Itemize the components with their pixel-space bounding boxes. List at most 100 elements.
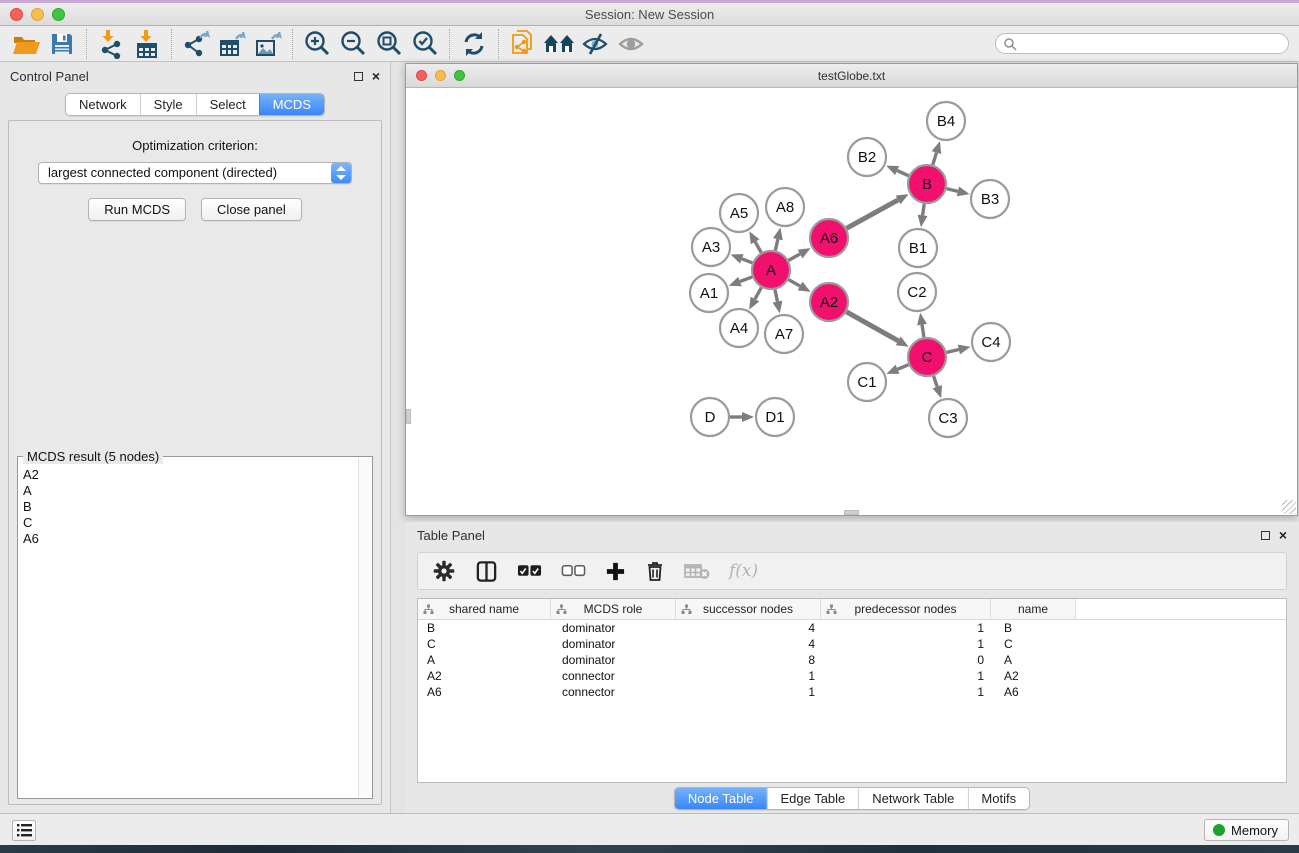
graph-edge-B-B2[interactable] xyxy=(897,171,909,176)
tab-network[interactable]: Network xyxy=(66,94,140,115)
new-network-from-selection-button[interactable] xyxy=(505,28,541,60)
horizontal-scroll-thumb[interactable] xyxy=(844,510,859,515)
graph-edge-A6-B[interactable] xyxy=(847,200,899,228)
mcds-result-list[interactable]: A2ABCA6 xyxy=(19,458,358,797)
import-table-button[interactable] xyxy=(129,28,165,60)
destroy-table-button[interactable] xyxy=(684,562,710,580)
column-header-shared-name[interactable]: shared name xyxy=(418,599,551,619)
result-scrollbar[interactable] xyxy=(358,458,371,797)
graph-node-label: B4 xyxy=(937,113,955,130)
select-stepper-icon xyxy=(331,163,351,183)
memory-button[interactable]: Memory xyxy=(1204,819,1289,841)
graph-edge-C-C2[interactable] xyxy=(922,325,924,338)
search-field[interactable] xyxy=(995,33,1289,54)
tab-edge-table[interactable]: Edge Table xyxy=(766,788,858,809)
graph-edge-A-A1[interactable] xyxy=(740,277,752,282)
mcds-result-item[interactable]: A6 xyxy=(23,531,358,547)
column-panel-button[interactable] xyxy=(475,560,498,583)
column-header-name[interactable]: name xyxy=(991,599,1076,619)
graph-edge-A-A3[interactable] xyxy=(742,259,753,263)
select-all-button[interactable] xyxy=(517,564,542,578)
network-canvas[interactable]: A5A8A3A1A4A7AA6A2B2B4BB3B1C2CC4C1C3DD1 xyxy=(406,89,1297,515)
table-row[interactable]: Cdominator41C xyxy=(418,636,1286,652)
float-table-panel-icon[interactable] xyxy=(1261,531,1270,540)
graph-edge-B-B4[interactable] xyxy=(933,153,937,165)
first-neighbors-button[interactable] xyxy=(541,28,577,60)
tab-node-table[interactable]: Node Table xyxy=(675,788,767,809)
hierarchy-icon xyxy=(556,604,567,615)
mcds-result-item[interactable]: A xyxy=(23,483,358,499)
import-network-icon xyxy=(96,29,126,59)
refresh-button[interactable] xyxy=(456,28,492,60)
graph-edge-B-B3[interactable] xyxy=(946,189,957,192)
graph-edge-A-A4[interactable] xyxy=(755,288,761,300)
table-row[interactable]: Adominator80A xyxy=(418,652,1286,668)
main-toolbar xyxy=(0,26,1299,62)
graph-edge-A-A7[interactable] xyxy=(775,290,777,302)
save-session-button[interactable] xyxy=(44,28,80,60)
zoom-fit-button[interactable] xyxy=(371,28,407,60)
zoom-out-icon xyxy=(338,29,368,59)
hierarchy-icon xyxy=(826,604,837,615)
vertical-scroll-thumb[interactable] xyxy=(406,409,411,424)
column-header-mcds-role[interactable]: MCDS role xyxy=(551,599,676,619)
table-body: Bdominator41BCdominator41CAdominator80AA… xyxy=(418,620,1286,700)
import-network-button[interactable] xyxy=(93,28,129,60)
column-header-successor-nodes[interactable]: successor nodes xyxy=(676,599,821,619)
show-all-button[interactable] xyxy=(613,28,649,60)
function-builder-icon[interactable]: f(x) xyxy=(729,561,758,581)
zoom-in-button[interactable] xyxy=(299,28,335,60)
graph-node-label: C xyxy=(922,349,933,366)
open-file-button[interactable] xyxy=(8,28,44,60)
tab-motifs[interactable]: Motifs xyxy=(967,788,1029,809)
graph-node-label: D1 xyxy=(765,409,784,426)
float-panel-icon[interactable] xyxy=(354,72,363,81)
close-table-panel-icon[interactable]: × xyxy=(1279,530,1287,540)
export-table-button[interactable] xyxy=(214,28,250,60)
graph-edge-C-C1[interactable] xyxy=(897,365,908,370)
table-header-row: shared name MCDS role successor nodes pr… xyxy=(418,599,1286,620)
optimization-criterion-select[interactable]: largest connected component (directed) xyxy=(38,162,352,184)
tab-mcds[interactable]: MCDS xyxy=(259,94,324,115)
tab-style[interactable]: Style xyxy=(140,94,196,115)
delete-column-button[interactable] xyxy=(645,560,665,582)
hierarchy-icon xyxy=(423,604,434,615)
close-panel-icon[interactable]: × xyxy=(372,71,380,81)
export-network-button[interactable] xyxy=(178,28,214,60)
mcds-result-item[interactable]: C xyxy=(23,515,358,531)
search-input[interactable] xyxy=(1021,37,1288,51)
tab-select[interactable]: Select xyxy=(196,94,259,115)
table-cell: 4 xyxy=(676,620,821,636)
graph-edge-A-A6[interactable] xyxy=(789,254,801,260)
deselect-all-button[interactable] xyxy=(561,564,586,578)
run-mcds-button[interactable]: Run MCDS xyxy=(88,198,186,221)
graph-edge-B-B1[interactable] xyxy=(923,204,925,216)
graph-edge-C-C3[interactable] xyxy=(934,376,938,387)
column-header-predecessor-nodes[interactable]: predecessor nodes xyxy=(821,599,991,619)
graph-edge-A-A5[interactable] xyxy=(755,242,761,253)
mcds-result-item[interactable]: B xyxy=(23,499,358,515)
graph-edge-C-C4[interactable] xyxy=(946,350,958,353)
table-row[interactable]: Bdominator41B xyxy=(418,620,1286,636)
graph-node-label: C4 xyxy=(981,334,1000,351)
resize-grip[interactable] xyxy=(1282,500,1296,514)
export-image-button[interactable] xyxy=(250,28,286,60)
add-column-button[interactable] xyxy=(605,561,626,582)
graph-edge-A-A8[interactable] xyxy=(775,239,778,250)
tab-network-table[interactable]: Network Table xyxy=(858,788,967,809)
hide-selected-button[interactable] xyxy=(577,28,613,60)
table-settings-button[interactable] xyxy=(432,559,456,583)
close-panel-button[interactable]: Close panel xyxy=(201,198,302,221)
task-history-button[interactable] xyxy=(12,820,36,841)
graph-edge-A-A2[interactable] xyxy=(789,280,801,286)
table-panel-title: Table Panel xyxy=(417,528,485,543)
table-cell: A xyxy=(418,652,551,668)
zoom-selected-button[interactable] xyxy=(407,28,443,60)
graph-edge-A2-C[interactable] xyxy=(846,312,898,341)
table-row[interactable]: A6connector11A6 xyxy=(418,684,1286,700)
zoom-fit-icon xyxy=(374,29,404,59)
zoom-out-button[interactable] xyxy=(335,28,371,60)
graph-node-label: C3 xyxy=(938,410,957,427)
mcds-result-item[interactable]: A2 xyxy=(23,467,358,483)
table-row[interactable]: A2connector11A2 xyxy=(418,668,1286,684)
